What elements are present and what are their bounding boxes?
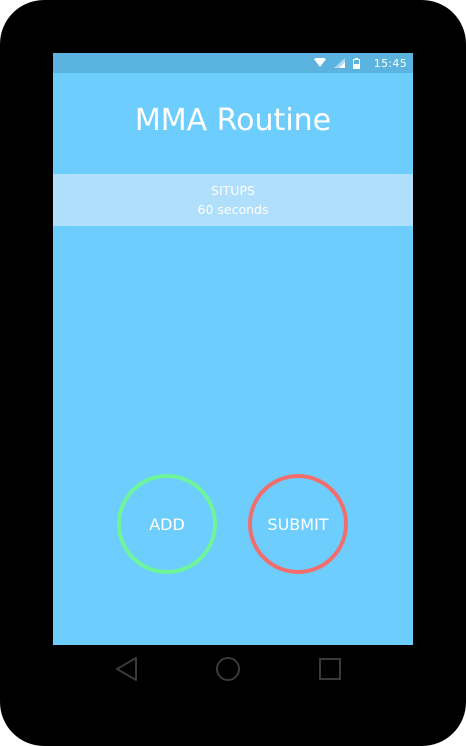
exercise-duration: 60 seconds (197, 202, 269, 217)
page-title: MMA Routine (134, 103, 332, 138)
battery-icon (352, 57, 360, 69)
recents-icon[interactable] (316, 655, 344, 683)
status-bar: 15:45 (53, 53, 413, 73)
status-icons: 15:45 (313, 53, 407, 73)
home-icon[interactable] (214, 655, 242, 683)
back-icon[interactable] (113, 655, 141, 683)
submit-button[interactable]: SUBMIT (248, 474, 348, 574)
navigation-bar (53, 645, 413, 691)
app-screen: 15:45 MMA Routine SITUPS 60 seconds ADD … (53, 53, 413, 645)
exercise-name: SITUPS (211, 183, 255, 198)
cell-signal-icon (333, 58, 345, 68)
status-time: 15:45 (373, 56, 407, 70)
device-frame: 15:45 MMA Routine SITUPS 60 seconds ADD … (0, 0, 466, 746)
add-button[interactable]: ADD (117, 474, 217, 574)
list-item[interactable]: SITUPS 60 seconds (53, 174, 413, 226)
wifi-icon (313, 58, 326, 68)
